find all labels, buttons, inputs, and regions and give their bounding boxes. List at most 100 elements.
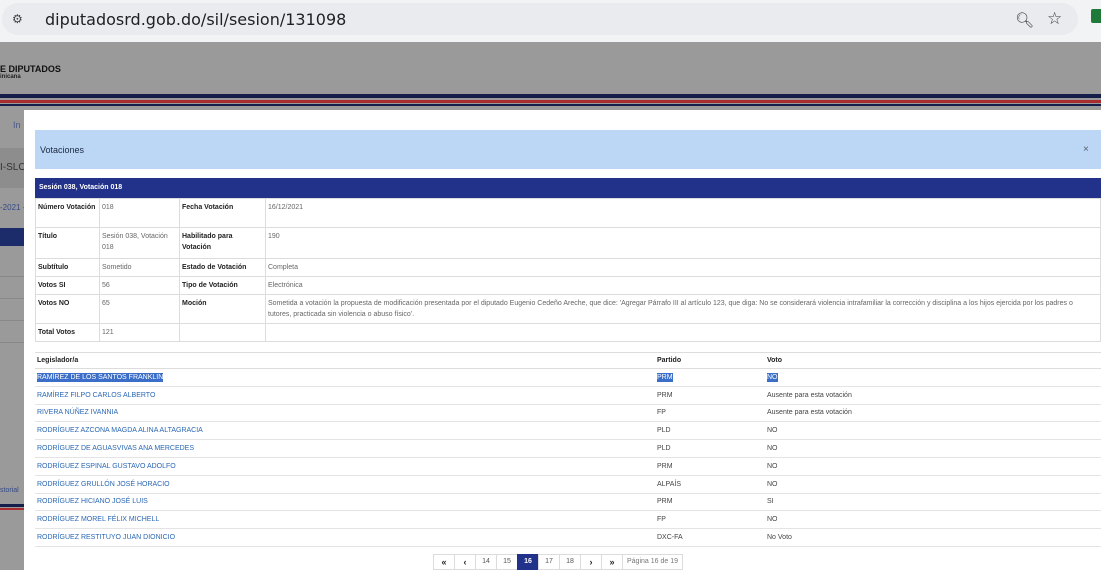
mocion-value: Sometida a votación la propuesta de modi… xyxy=(265,294,1101,324)
habilitado-value: 190 xyxy=(265,227,1101,259)
table-row: RIVERA NÚÑEZ IVANNIA FP Ausente para est… xyxy=(35,404,1101,423)
total-votos-value: 121 xyxy=(99,323,180,342)
party-value: PRM xyxy=(655,457,765,476)
table-row: RODRÍGUEZ GRULLÓN JOSÉ HORACIO ALPAÍS NO xyxy=(35,475,1101,494)
side-nav-link[interactable]: In xyxy=(13,120,21,130)
vote-value: NO xyxy=(765,510,1101,530)
site-settings-icon[interactable]: ⚙ xyxy=(12,12,26,26)
numero-label: Número Votación xyxy=(35,198,100,228)
page-button[interactable]: 14 xyxy=(475,554,497,570)
modal-title: Votaciones xyxy=(40,145,85,155)
party-value: PRM xyxy=(657,372,673,382)
mocion-label: Moción xyxy=(179,294,266,324)
table-row: RODRÍGUEZ DE AGUASVIVAS ANA MERCEDES PLD… xyxy=(35,439,1101,458)
extension-icon[interactable] xyxy=(1091,9,1101,23)
legislator-name[interactable]: RODRÍGUEZ AZCONA MAGDA ALINA ALTAGRACIA xyxy=(35,421,655,441)
votos-si-label: Votos SI xyxy=(35,276,100,295)
page-button-current[interactable]: 16 xyxy=(517,554,539,570)
pagination: « ‹ 14 15 16 17 18 › » Página 16 de 19 xyxy=(433,554,683,570)
votos-no-value: 65 xyxy=(99,294,180,324)
legislator-name[interactable]: RIVERA NÚÑEZ IVANNIA xyxy=(35,404,655,423)
footer-stripe-red xyxy=(0,508,24,510)
party-value: PRM xyxy=(655,386,765,405)
party-value: PLD xyxy=(655,439,765,458)
legislator-name[interactable]: RODRÍGUEZ HICIANO JOSÉ LUIS xyxy=(35,493,655,512)
legislator-name[interactable]: RODRÍGUEZ DE AGUASVIVAS ANA MERCEDES xyxy=(35,439,655,458)
site-logo-title: E DIPUTADOS xyxy=(0,64,61,74)
side-divider xyxy=(0,276,24,277)
table-row: RODRÍGUEZ HICIANO JOSÉ LUIS PRM SI xyxy=(35,493,1101,512)
vote-value: No Voto xyxy=(765,528,1101,547)
party-value: FP xyxy=(655,404,765,423)
votos-si-value: 56 xyxy=(99,276,180,295)
vote-value: NO xyxy=(767,372,778,382)
side-divider xyxy=(0,298,24,299)
url-text[interactable]: diputadosrd.gob.do/sil/sesion/131098 xyxy=(45,10,346,29)
legislator-name[interactable]: RODRÍGUEZ ESPINAL GUSTAVO ADOLFO xyxy=(35,457,655,476)
address-bar[interactable]: ⚙ diputadosrd.gob.do/sil/sesion/131098 🔍… xyxy=(2,3,1078,35)
zoom-icon[interactable]: 🔍︎ xyxy=(1015,11,1034,29)
party-value: PRM xyxy=(655,493,765,512)
table-row: RAMÍREZ DE LOS SANTOS FRANKLIN PRM NO xyxy=(35,368,1101,387)
vote-value: Ausente para esta votación xyxy=(765,404,1101,423)
vote-cell: NO xyxy=(765,368,1101,387)
vote-value: NO xyxy=(765,421,1101,441)
votos-no-label: Votos NO xyxy=(35,294,100,324)
vote-value: SI xyxy=(765,493,1101,512)
party-value: DXC-FA xyxy=(655,528,765,547)
table-row: RODRÍGUEZ AZCONA MAGDA ALINA ALTAGRACIA … xyxy=(35,421,1101,441)
legislator-name[interactable]: RODRÍGUEZ MOREL FÉLIX MICHELL xyxy=(35,510,655,530)
column-header-partido: Partido xyxy=(655,352,765,369)
tipo-value: Electrónica xyxy=(265,276,1101,295)
party-value: ALPAÍS xyxy=(655,475,765,494)
vote-value: NO xyxy=(765,439,1101,458)
table-row: RAMÍREZ FILPO CARLOS ALBERTO PRM Ausente… xyxy=(35,386,1101,405)
modal-header: Votaciones × xyxy=(35,130,1101,169)
legislator-name[interactable]: RAMÍREZ DE LOS SANTOS FRANKLIN xyxy=(37,372,164,382)
estado-label: Estado de Votación xyxy=(179,258,266,277)
legislator-name[interactable]: RAMÍREZ FILPO CARLOS ALBERTO xyxy=(35,386,655,405)
total-votos-label: Total Votos xyxy=(35,323,100,342)
vote-info-table: Número Votación 018 Fecha Votación 16/12… xyxy=(35,198,1101,342)
next-page-button[interactable]: › xyxy=(580,554,602,570)
tipo-label: Tipo de Votación xyxy=(179,276,266,295)
votaciones-modal: Votaciones × Sesión 038, Votación 018 Nú… xyxy=(24,110,1101,570)
side-date-text: -2021 - xyxy=(0,203,26,212)
side-code-text: I-SLO xyxy=(0,162,27,173)
subtitulo-label: Subtítulo xyxy=(35,258,100,277)
header-stripe-red xyxy=(0,100,1101,103)
subtitulo-value: Sometido xyxy=(99,258,180,277)
side-divider xyxy=(0,342,24,343)
empty-cell xyxy=(179,323,266,342)
habilitado-label: Habilitado para Votación xyxy=(179,227,266,259)
legislator-name[interactable]: RODRÍGUEZ RESTITUYO JUAN DIONICIO xyxy=(35,528,655,547)
legislator-name[interactable]: RODRÍGUEZ GRULLÓN JOSÉ HORACIO xyxy=(35,475,655,494)
table-row: RODRÍGUEZ RESTITUYO JUAN DIONICIO DXC-FA… xyxy=(35,528,1101,547)
column-header-voto: Voto xyxy=(765,352,1101,369)
legislator-link[interactable]: RAMÍREZ DE LOS SANTOS FRANKLIN xyxy=(35,368,655,387)
close-icon[interactable]: × xyxy=(1083,144,1089,155)
side-history-link[interactable]: storial xyxy=(0,487,19,494)
column-header-legislador: Legislador/a xyxy=(35,352,655,369)
vote-value: NO xyxy=(765,457,1101,476)
last-page-button[interactable]: » xyxy=(601,554,623,570)
vote-value: Ausente para esta votación xyxy=(765,386,1101,405)
page-button[interactable]: 18 xyxy=(559,554,581,570)
numero-value: 018 xyxy=(99,198,180,228)
party-value: PLD xyxy=(655,421,765,441)
fecha-value: 16/12/2021 xyxy=(265,198,1101,228)
party-value: FP xyxy=(655,510,765,530)
first-page-button[interactable]: « xyxy=(433,554,455,570)
prev-page-button[interactable]: ‹ xyxy=(454,554,476,570)
session-title: Sesión 038, Votación 018 xyxy=(39,184,123,191)
estado-value: Completa xyxy=(265,258,1101,277)
page-button[interactable]: 17 xyxy=(538,554,560,570)
bookmark-star-icon[interactable]: ☆ xyxy=(1047,9,1062,29)
titulo-value: Sesión 038, Votación 018 xyxy=(99,227,180,259)
table-row: RODRÍGUEZ MOREL FÉLIX MICHELL FP NO xyxy=(35,510,1101,530)
header-stripe-lower xyxy=(0,104,1101,106)
page-button[interactable]: 15 xyxy=(496,554,518,570)
browser-toolbar: ⚙ diputadosrd.gob.do/sil/sesion/131098 🔍… xyxy=(0,0,1101,42)
empty-cell xyxy=(265,323,1101,342)
vote-value: NO xyxy=(765,475,1101,494)
